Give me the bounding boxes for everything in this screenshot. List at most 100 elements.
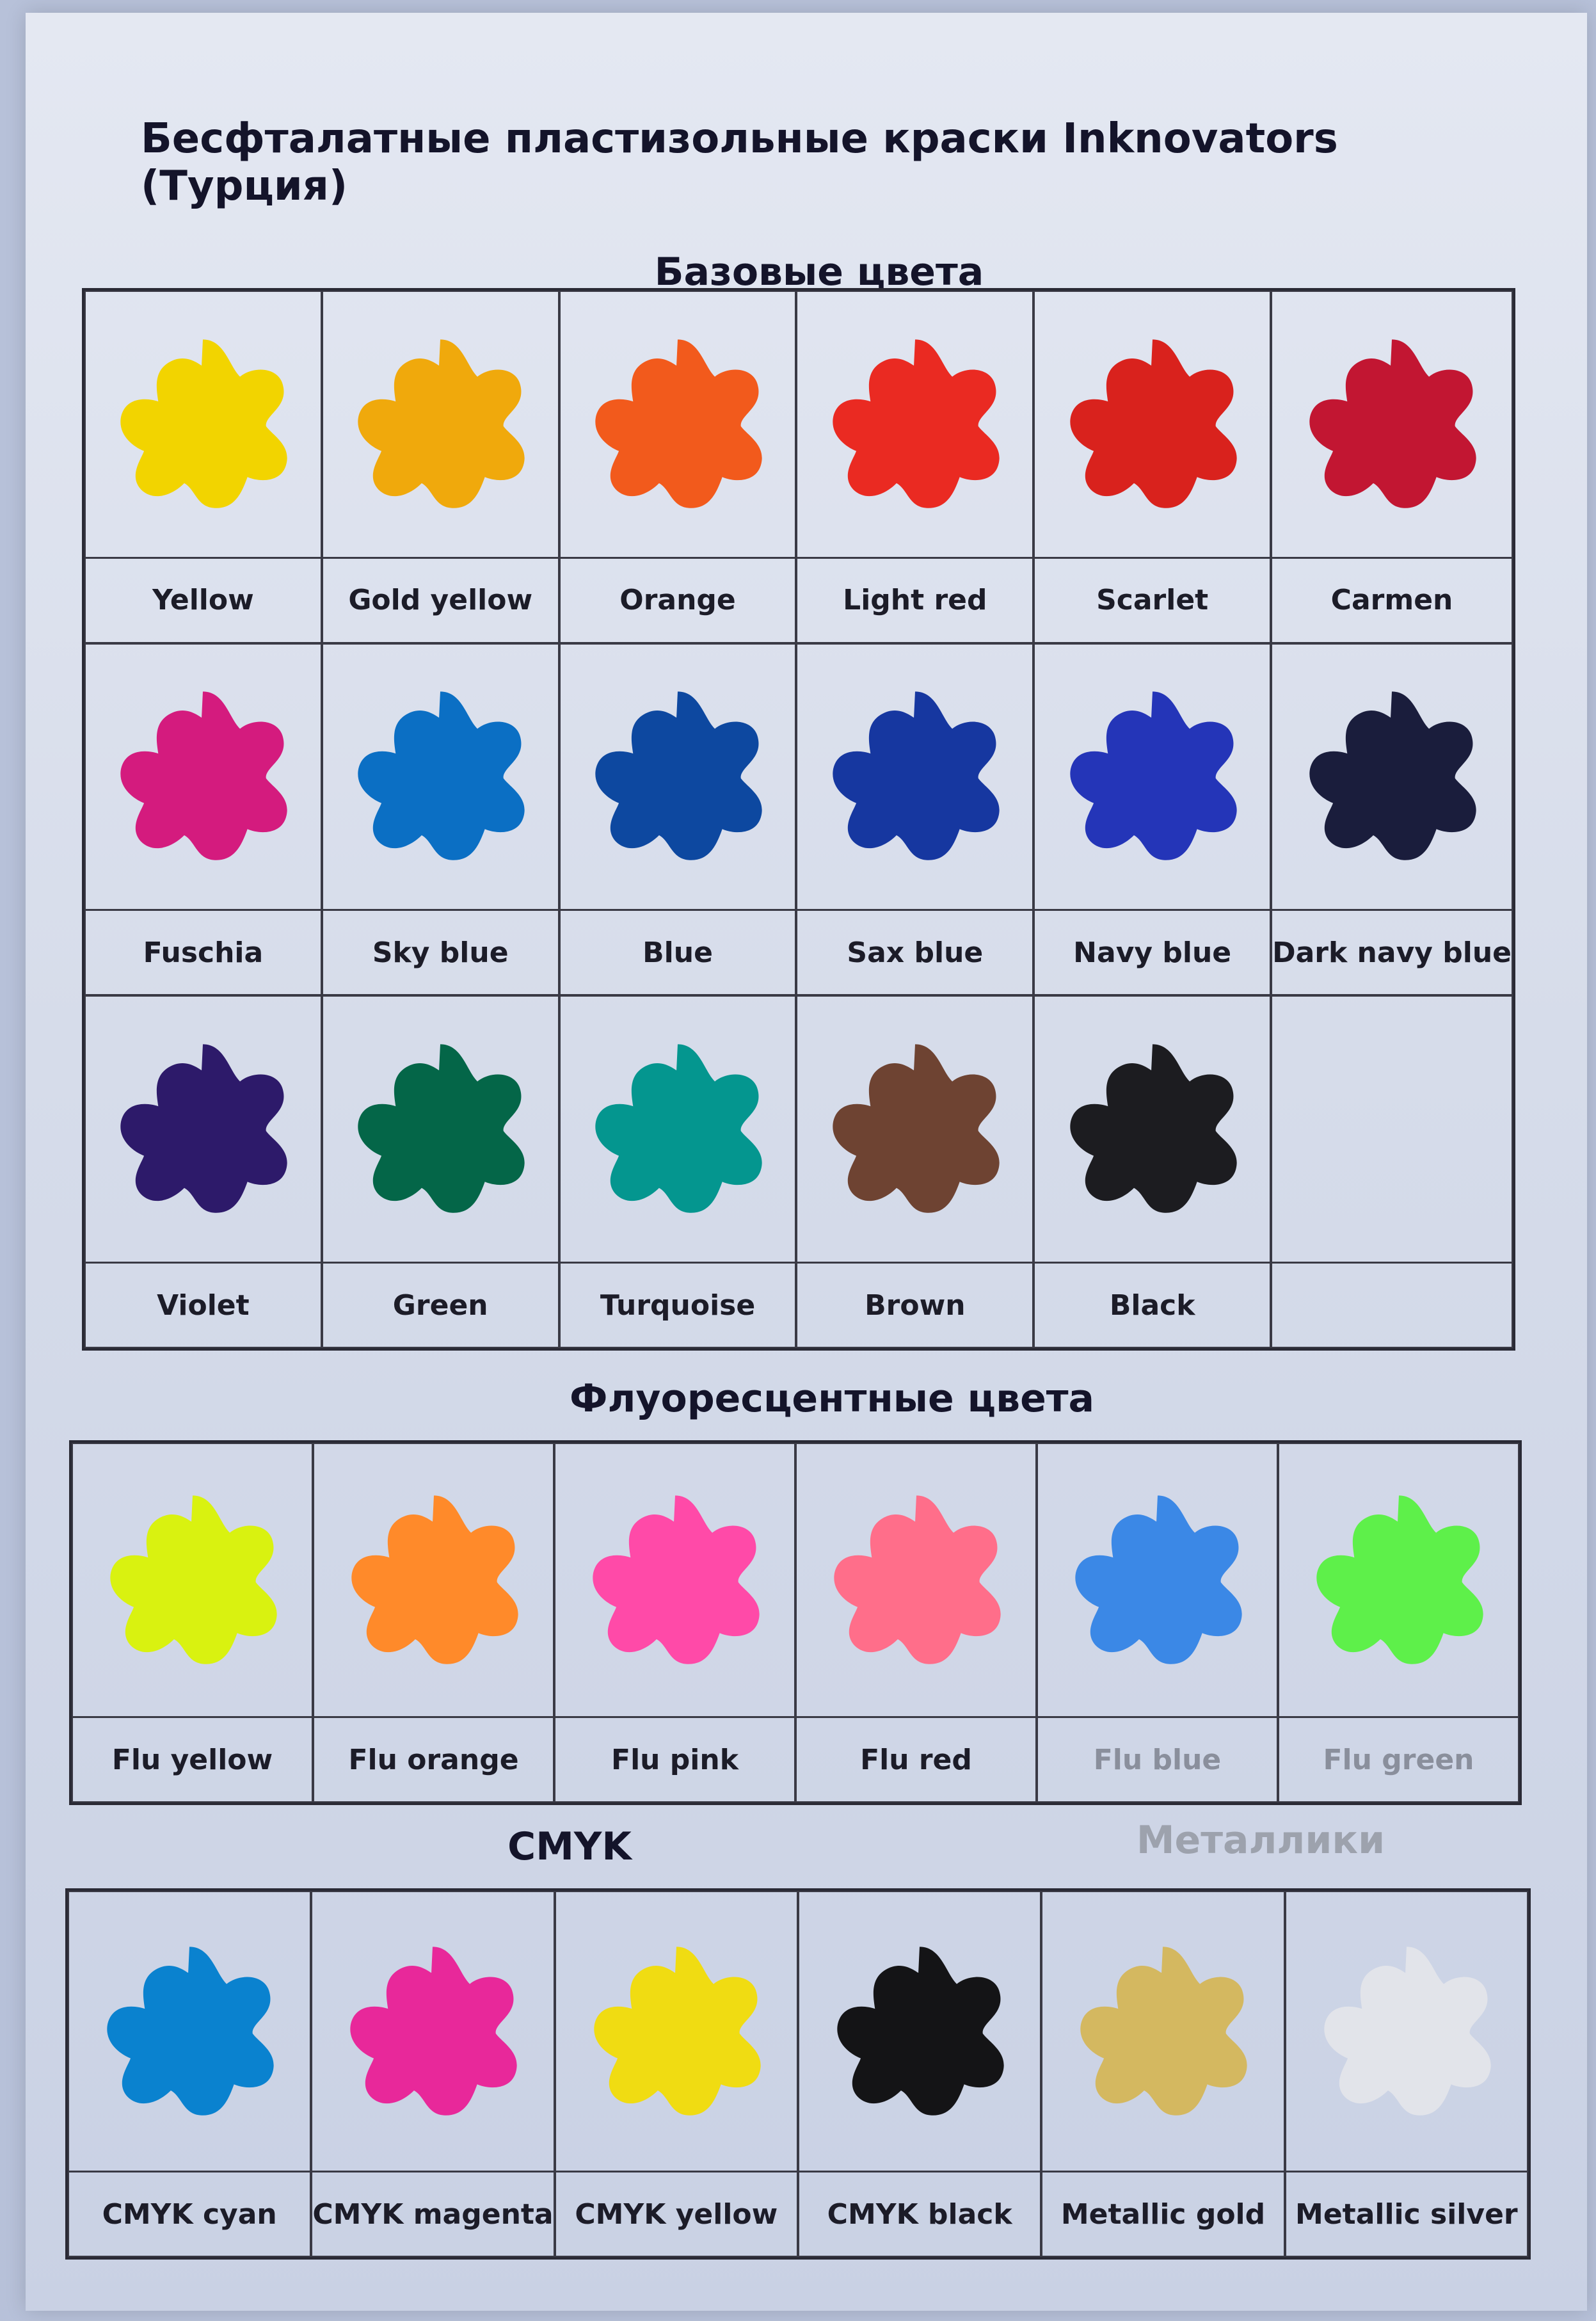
color-label: Metallic silver bbox=[1286, 2171, 1527, 2256]
color-cell: CMYK cyan bbox=[68, 1891, 312, 2257]
cmyk-title: CMYK bbox=[507, 1824, 632, 1869]
swatch-area bbox=[799, 1892, 1040, 2171]
paint-blob-swatch bbox=[120, 339, 288, 508]
color-label: Carmen bbox=[1272, 556, 1512, 642]
color-label: Flu pink bbox=[555, 1716, 794, 1801]
swatch-area bbox=[323, 997, 558, 1262]
color-label: CMYK black bbox=[799, 2171, 1041, 2256]
color-label: Yellow bbox=[86, 556, 321, 642]
swatch-area bbox=[1272, 292, 1512, 557]
paint-blob-swatch bbox=[1324, 1946, 1491, 2116]
swatch-area bbox=[86, 292, 321, 557]
color-label: Scarlet bbox=[1035, 556, 1270, 642]
color-label: CMYK cyan bbox=[69, 2171, 310, 2256]
metallic-title: Металлики bbox=[1136, 1818, 1385, 1863]
color-cell: Flu yellow bbox=[72, 1443, 313, 1803]
color-label: Dark navy blue bbox=[1272, 909, 1512, 994]
color-chart-sheet: Бесфталатные пластизольные краски Inknov… bbox=[26, 13, 1587, 2311]
color-label: Metallic gold bbox=[1042, 2171, 1284, 2256]
color-label: Flu orange bbox=[314, 1716, 553, 1801]
paint-blob-swatch bbox=[351, 1495, 518, 1664]
swatch-area bbox=[1035, 292, 1270, 557]
paint-blob-swatch bbox=[358, 1044, 525, 1213]
color-label: Blue bbox=[560, 909, 795, 994]
color-cell bbox=[1271, 995, 1513, 1348]
paint-blob-swatch bbox=[1309, 339, 1476, 508]
color-cell: Violet bbox=[84, 995, 322, 1348]
paint-blob-swatch bbox=[1080, 1946, 1248, 2116]
swatch-area bbox=[1042, 1892, 1283, 2171]
color-cell: Dark navy blue bbox=[1271, 643, 1513, 996]
swatch-area bbox=[1286, 1892, 1527, 2171]
paint-blob-swatch bbox=[592, 1495, 760, 1664]
fluo-colors-grid: Flu yellow Flu orange Flu pink Flu red Flu b… bbox=[69, 1440, 1522, 1805]
color-label: Flu green bbox=[1279, 1716, 1518, 1801]
swatch-area bbox=[312, 1892, 553, 2171]
color-cell: Navy blue bbox=[1033, 643, 1272, 996]
color-label: Orange bbox=[560, 556, 795, 642]
color-cell: Green bbox=[321, 995, 559, 1348]
paint-blob-swatch bbox=[833, 1495, 1001, 1664]
swatch-area bbox=[797, 1444, 1035, 1716]
color-cell: Blue bbox=[559, 643, 797, 996]
paint-blob-swatch bbox=[120, 1044, 288, 1213]
color-cell: Black bbox=[1033, 995, 1272, 1348]
paint-blob-swatch bbox=[107, 1946, 274, 2116]
paint-blob-swatch bbox=[595, 691, 762, 861]
color-label: Navy blue bbox=[1035, 909, 1270, 994]
swatch-area bbox=[73, 1444, 312, 1716]
color-cell: CMYK magenta bbox=[311, 1891, 555, 2257]
paint-blob-swatch bbox=[595, 1044, 762, 1213]
swatch-area bbox=[561, 292, 795, 557]
swatch-area bbox=[1279, 1444, 1518, 1716]
color-cell: Flu red bbox=[795, 1443, 1037, 1803]
color-cell: Metallic gold bbox=[1041, 1891, 1285, 2257]
color-cell: Metallic silver bbox=[1284, 1891, 1528, 2257]
paint-blob-swatch bbox=[120, 691, 288, 861]
color-cell: Sax blue bbox=[796, 643, 1034, 996]
swatch-area bbox=[556, 1892, 797, 2171]
color-cell: Orange bbox=[559, 291, 797, 643]
color-cell: Flu pink bbox=[554, 1443, 795, 1803]
color-cell: Light red bbox=[796, 291, 1034, 643]
color-cell: CMYK yellow bbox=[554, 1891, 798, 2257]
color-cell: Brown bbox=[796, 995, 1034, 1348]
color-cell: CMYK black bbox=[798, 1891, 1042, 2257]
color-label: Gold yellow bbox=[323, 556, 558, 642]
paint-blob-swatch bbox=[837, 1946, 1004, 2116]
swatch-area bbox=[1035, 645, 1270, 910]
paint-blob-swatch bbox=[594, 1946, 761, 2116]
color-label: Violet bbox=[86, 1262, 321, 1347]
swatch-area bbox=[86, 997, 321, 1262]
fluo-colors-title: Флуоресцентные цвета bbox=[569, 1376, 1095, 1421]
paint-blob-swatch bbox=[109, 1495, 277, 1664]
paint-blob-swatch bbox=[358, 691, 525, 861]
color-cell: Flu blue bbox=[1037, 1443, 1278, 1803]
swatch-area bbox=[1272, 645, 1512, 910]
color-label: Fuschia bbox=[86, 909, 321, 994]
swatch-area bbox=[797, 292, 1032, 557]
paint-blob-swatch bbox=[833, 339, 1000, 508]
swatch-area bbox=[1272, 997, 1512, 1262]
color-label: Sax blue bbox=[797, 909, 1033, 994]
color-label: Brown bbox=[797, 1262, 1033, 1347]
swatch-area bbox=[1035, 997, 1270, 1262]
paint-blob-swatch bbox=[1316, 1495, 1483, 1664]
color-label: Flu yellow bbox=[73, 1716, 312, 1801]
swatch-area bbox=[561, 997, 795, 1262]
color-cell: Scarlet bbox=[1033, 291, 1272, 643]
swatch-area bbox=[69, 1892, 310, 2171]
paint-blob-swatch bbox=[595, 339, 762, 508]
paint-blob-swatch bbox=[833, 691, 1000, 861]
color-label: Black bbox=[1035, 1262, 1270, 1347]
paint-blob-swatch bbox=[833, 1044, 1000, 1213]
color-cell: Carmen bbox=[1271, 291, 1513, 643]
swatch-area bbox=[314, 1444, 553, 1716]
color-label: Sky blue bbox=[323, 909, 558, 994]
page-title: Бесфталатные пластизольные краски Inknov… bbox=[141, 115, 1338, 210]
color-cell: Gold yellow bbox=[321, 291, 559, 643]
swatch-area bbox=[323, 645, 558, 910]
swatch-area bbox=[797, 645, 1032, 910]
paint-blob-swatch bbox=[358, 339, 525, 508]
color-label: CMYK yellow bbox=[555, 2171, 797, 2256]
